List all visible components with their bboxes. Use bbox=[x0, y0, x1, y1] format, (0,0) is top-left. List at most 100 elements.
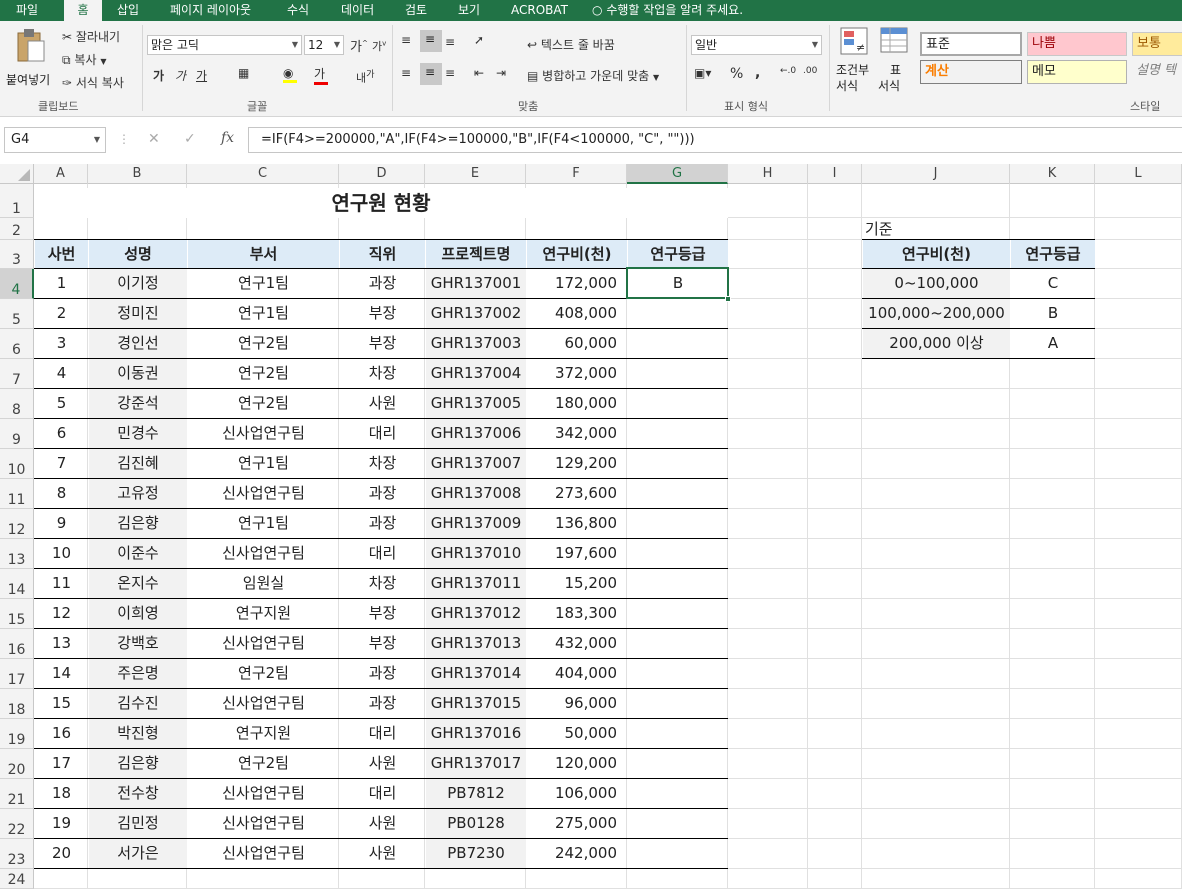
column-header[interactable]: D bbox=[339, 164, 425, 184]
cancel-icon[interactable]: ✕ bbox=[148, 131, 160, 147]
table-cell[interactable]: 민경수 bbox=[89, 419, 187, 448]
table-cell[interactable]: 전수창 bbox=[89, 779, 187, 808]
column-header[interactable]: B bbox=[88, 164, 187, 184]
table-header-cell[interactable]: 연구등급 bbox=[628, 240, 728, 268]
row-header[interactable]: 6 bbox=[0, 329, 34, 359]
tab-view[interactable]: 보기 bbox=[458, 0, 480, 21]
row-header[interactable]: 1 bbox=[0, 184, 34, 218]
table-cell[interactable]: 신사업연구팀 bbox=[188, 629, 339, 658]
table-header-cell[interactable]: 부서 bbox=[188, 240, 339, 268]
column-header[interactable]: H bbox=[728, 164, 808, 184]
align-top-icon[interactable]: ≡ bbox=[401, 33, 411, 47]
table-cell[interactable]: 김은향 bbox=[89, 749, 187, 778]
table-cell[interactable]: 과장 bbox=[340, 659, 425, 688]
grade-cell[interactable] bbox=[628, 329, 728, 358]
table-cell[interactable]: 연구1팀 bbox=[188, 299, 339, 328]
table-cell[interactable]: 136,800 bbox=[527, 509, 627, 538]
criteria-header-cell[interactable]: 연구등급 bbox=[1011, 240, 1095, 268]
table-cell[interactable]: 신사업연구팀 bbox=[188, 779, 339, 808]
style-explanatory[interactable]: 설명 텍 bbox=[1132, 60, 1182, 84]
select-all-corner[interactable] bbox=[0, 164, 34, 184]
font-color-button[interactable]: 가 bbox=[314, 65, 328, 85]
table-cell[interactable]: 연구2팀 bbox=[188, 659, 339, 688]
row-header[interactable]: 22 bbox=[0, 809, 34, 839]
table-cell[interactable]: 18 bbox=[35, 779, 88, 808]
grade-cell[interactable] bbox=[628, 359, 728, 388]
align-center-button[interactable]: ≡ bbox=[420, 63, 442, 85]
table-cell[interactable]: 342,000 bbox=[527, 419, 627, 448]
table-header-cell[interactable]: 연구비(천) bbox=[527, 240, 627, 268]
tab-home[interactable]: 홈 bbox=[64, 0, 102, 21]
row-header[interactable]: 12 bbox=[0, 509, 34, 539]
row-header[interactable]: 8 bbox=[0, 389, 34, 419]
insert-function-icon[interactable]: fx bbox=[221, 130, 234, 146]
table-cell[interactable]: 신사업연구팀 bbox=[188, 809, 339, 838]
align-bottom-icon[interactable]: ≡ bbox=[445, 35, 455, 49]
criteria-cell[interactable]: A bbox=[1011, 329, 1095, 358]
table-cell[interactable]: 대리 bbox=[340, 779, 425, 808]
copy-button[interactable]: ⧉ 복사 ▼ bbox=[62, 51, 106, 68]
comma-style-icon[interactable]: , bbox=[755, 65, 760, 81]
style-normal[interactable]: 표준 bbox=[920, 32, 1022, 56]
row-header[interactable]: 10 bbox=[0, 449, 34, 479]
table-cell[interactable]: 부장 bbox=[340, 299, 425, 328]
tab-review[interactable]: 검토 bbox=[405, 0, 427, 21]
table-cell[interactable]: GHR137003 bbox=[426, 329, 526, 358]
grade-cell[interactable] bbox=[628, 689, 728, 718]
tab-acrobat[interactable]: ACROBAT bbox=[511, 0, 568, 21]
table-cell[interactable]: GHR137001 bbox=[426, 269, 526, 298]
table-cell[interactable]: 408,000 bbox=[527, 299, 627, 328]
table-cell[interactable]: PB7230 bbox=[426, 839, 526, 868]
increase-font-button[interactable]: 가^ bbox=[350, 36, 368, 55]
table-cell[interactable]: GHR137010 bbox=[426, 539, 526, 568]
column-header[interactable]: I bbox=[808, 164, 862, 184]
grade-cell[interactable] bbox=[628, 419, 728, 448]
table-cell[interactable]: 사원 bbox=[340, 809, 425, 838]
table-cell[interactable]: 사원 bbox=[340, 389, 425, 418]
row-header[interactable]: 15 bbox=[0, 599, 34, 629]
cut-button[interactable]: ✂ 잘라내기 bbox=[62, 28, 120, 45]
table-cell[interactable]: 5 bbox=[35, 389, 88, 418]
table-cell[interactable]: 197,600 bbox=[527, 539, 627, 568]
table-cell[interactable]: GHR137016 bbox=[426, 719, 526, 748]
column-header[interactable]: L bbox=[1095, 164, 1182, 184]
table-cell[interactable]: GHR137007 bbox=[426, 449, 526, 478]
row-header[interactable]: 5 bbox=[0, 299, 34, 329]
table-cell[interactable]: 주은명 bbox=[89, 659, 187, 688]
decrease-decimal-icon[interactable]: .00 bbox=[803, 66, 817, 76]
grade-cell[interactable] bbox=[628, 449, 728, 478]
table-header-cell[interactable]: 성명 bbox=[89, 240, 187, 268]
table-cell[interactable]: 김민정 bbox=[89, 809, 187, 838]
table-cell[interactable]: GHR137013 bbox=[426, 629, 526, 658]
table-cell[interactable]: GHR137002 bbox=[426, 299, 526, 328]
percent-icon[interactable]: % bbox=[730, 66, 743, 82]
grade-cell[interactable] bbox=[628, 299, 728, 328]
table-cell[interactable]: 신사업연구팀 bbox=[188, 839, 339, 868]
table-cell[interactable]: 10 bbox=[35, 539, 88, 568]
table-cell[interactable]: 273,600 bbox=[527, 479, 627, 508]
table-cell[interactable]: 임원실 bbox=[188, 569, 339, 598]
row-header[interactable]: 24 bbox=[0, 869, 34, 889]
sheet-title[interactable]: 연구원 현황 bbox=[34, 188, 728, 218]
column-header[interactable]: F bbox=[526, 164, 627, 184]
table-cell[interactable]: 온지수 bbox=[89, 569, 187, 598]
table-cell[interactable]: 신사업연구팀 bbox=[188, 689, 339, 718]
tab-file[interactable]: 파일 bbox=[16, 0, 38, 21]
table-cell[interactable]: 이동권 bbox=[89, 359, 187, 388]
table-cell[interactable]: 연구2팀 bbox=[188, 389, 339, 418]
align-middle-button[interactable]: ≡ bbox=[420, 30, 442, 52]
tab-page-layout[interactable]: 페이지 레이아웃 bbox=[170, 0, 251, 21]
orientation-icon[interactable]: ➚ bbox=[474, 33, 484, 47]
table-cell[interactable]: 6 bbox=[35, 419, 88, 448]
tell-me-box[interactable]: ○ 수행할 작업을 알려 주세요. bbox=[592, 0, 743, 21]
merge-center-button[interactable]: ▤ 병합하고 가운데 맞춤 ▼ bbox=[527, 67, 659, 84]
table-cell[interactable]: GHR137011 bbox=[426, 569, 526, 598]
row-header[interactable]: 2 bbox=[0, 218, 34, 240]
table-cell[interactable]: 김진혜 bbox=[89, 449, 187, 478]
grade-cell[interactable] bbox=[628, 809, 728, 838]
style-bad[interactable]: 나쁨 bbox=[1027, 32, 1127, 56]
table-cell[interactable]: 14 bbox=[35, 659, 88, 688]
table-cell[interactable]: 사원 bbox=[340, 749, 425, 778]
table-cell[interactable]: 60,000 bbox=[527, 329, 627, 358]
font-name-select[interactable]: 맑은 고딕 ▼ bbox=[147, 35, 302, 55]
